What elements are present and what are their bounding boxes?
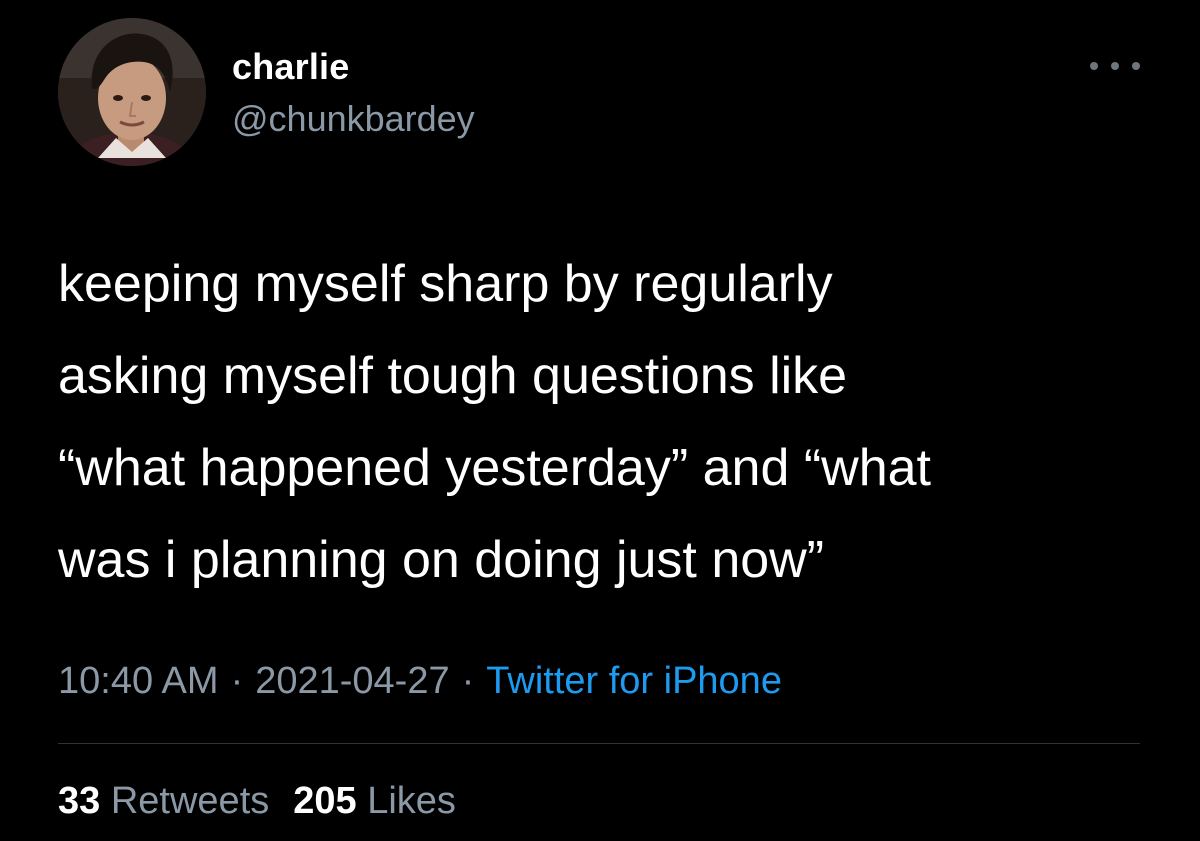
avatar[interactable] (58, 18, 206, 166)
tweet-card: charlie @chunkbardey keeping myself shar… (0, 0, 1200, 841)
more-horizontal-icon (1111, 62, 1119, 70)
likes-count: 205 (293, 780, 357, 822)
meta-separator: · (461, 660, 475, 702)
tweet-text-line: keeping myself sharp by regularly (58, 255, 833, 313)
tweet-text-line: asking myself tough questions like (58, 347, 848, 405)
tweet-date[interactable]: 2021-04-27 (255, 660, 449, 702)
tweet-text: keeping myself sharp by regularly asking… (58, 238, 1158, 606)
tweet-text-line: “what happened yesterday” and “what (58, 439, 931, 497)
tweet-meta: 10:40 AM · 2021-04-27 · Twitter for iPhone (58, 660, 782, 703)
likes-label: Likes (367, 780, 456, 822)
tweet-source-link[interactable]: Twitter for iPhone (486, 660, 782, 702)
more-horizontal-icon (1090, 62, 1098, 70)
display-name[interactable]: charlie (232, 46, 349, 88)
meta-separator: · (230, 660, 244, 702)
tweet-text-line: was i planning on doing just now” (58, 531, 825, 589)
divider (58, 743, 1140, 744)
tweet-stats: 33 Retweets 205 Likes (58, 780, 456, 823)
more-horizontal-icon (1132, 62, 1140, 70)
retweets-label: Retweets (110, 780, 270, 822)
tweet-time[interactable]: 10:40 AM (58, 660, 219, 702)
more-options-button[interactable] (1090, 54, 1140, 78)
user-handle[interactable]: @chunkbardey (232, 98, 475, 140)
likes-stat[interactable]: 205 Likes (293, 780, 456, 822)
retweets-count: 33 (58, 780, 101, 822)
retweets-stat[interactable]: 33 Retweets (58, 780, 269, 822)
avatar-photo (58, 18, 206, 166)
